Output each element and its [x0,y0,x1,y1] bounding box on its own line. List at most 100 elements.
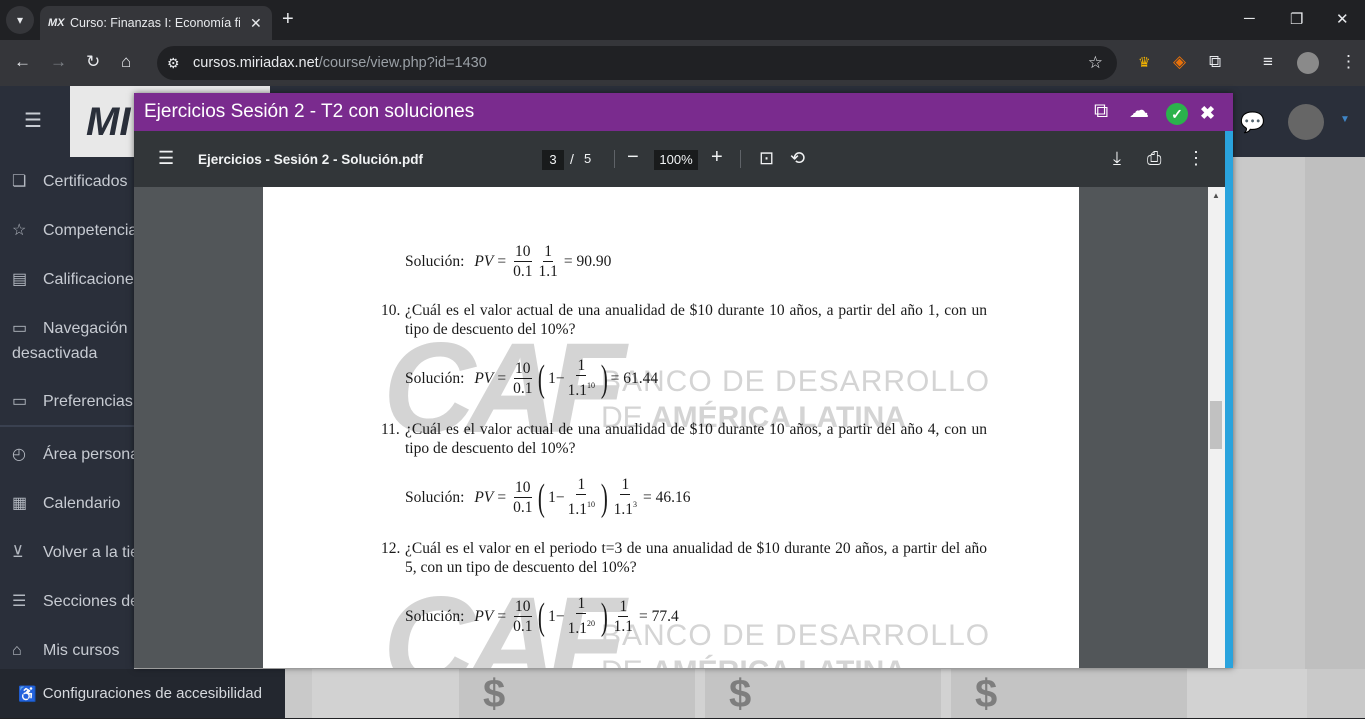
course-card[interactable]: $ [705,669,941,718]
sidebar-item-certificados[interactable]: ❏ Certificados [12,169,127,194]
pdf-viewer[interactable]: CAF BANCO DE DESARROLLO DE AMÉRICA LATIN… [134,187,1208,668]
minimize-icon[interactable]: ─ [1244,10,1255,27]
sidebar-item-calificaciones[interactable]: ▤ Calificaciones [12,267,134,292]
sidebar-item-navegacion[interactable]: ▭ Navegación desactivada [12,316,134,366]
solution-label: Solución: [405,488,465,506]
back-icon[interactable]: ← [14,52,31,72]
toolbar-divider [614,150,615,168]
media-control-icon[interactable]: ≡ [1263,52,1273,72]
dollar-icon: $ [729,672,752,716]
favicon: MX [48,17,65,29]
new-tab-button[interactable]: + [282,8,294,30]
pdf-scrollbar[interactable]: ▲ [1208,187,1225,668]
course-card[interactable]: $ [951,669,1187,718]
numerator: 10 [514,597,532,617]
fit-page-icon[interactable]: ⊡ [759,147,774,169]
solution-12: Solución: PV = 10 0.1 ( 1− 1 1.120 ) 1 1.1 =… [405,595,679,638]
scroll-thumb[interactable] [1210,401,1222,449]
browser-tab-active[interactable]: MX Curso: Finanzas I: Economía fina ✕ [40,6,272,40]
print-icon[interactable]: ⎙ [1147,147,1161,169]
home-icon[interactable]: ⌂ [121,52,131,72]
fraction: 10 0.1 [512,243,533,281]
pdf-toolbar: ☰ Ejercicios - Sesión 2 - Solución.pdf 3… [134,131,1225,187]
question-12: 12. ¿Cuál es el valor en el periodo t=3 … [381,539,987,577]
watermark-line2-prefix: DE [601,655,651,668]
star-icon: ☆ [12,222,27,239]
page-number-input[interactable]: 3 [542,150,564,170]
browser-tabstrip: ▾ MX Curso: Finanzas I: Economía fina ✕ … [0,0,1365,40]
pv-symbol: PV [474,369,494,387]
sidebar-item-mis-cursos[interactable]: ⌂ Mis cursos [12,638,119,663]
pdf-sidebar-menu-icon[interactable]: ☰ [158,149,174,167]
zoom-out-icon[interactable]: − [627,145,639,169]
close-icon[interactable]: ✕ [250,15,262,32]
profile-avatar[interactable] [1297,52,1319,74]
scroll-up-icon[interactable]: ▲ [1212,191,1220,200]
denominator-base: 1.1 [567,620,588,637]
rotate-icon[interactable]: ⟲ [790,147,805,169]
zoom-input[interactable]: 100% [654,150,698,170]
browser-toolbar: ← → ↻ ⌂ ⚙ cursos.miriadax.net/course/vie… [0,40,1365,86]
copy-icon[interactable]: ⧉ [1094,100,1108,122]
site-logo[interactable]: MI [86,100,130,145]
left-paren: ( [538,595,546,638]
question-text: ¿Cuál es el valor actual de una anualida… [405,302,987,338]
zoom-in-icon[interactable]: + [711,145,723,169]
watermark-line2: DE AMÉRICA LATINA [601,655,906,668]
calendar-icon: ▦ [12,495,28,512]
pv-symbol: PV [474,253,494,270]
exponent: 20 [587,619,596,628]
pv-symbol: PV [474,488,494,506]
course-card[interactable]: $ [459,669,695,718]
window-close-icon[interactable]: ✕ [1336,10,1349,28]
site-info-icon[interactable]: ⚙ [167,55,193,72]
chevron-down-icon: ▾ [16,13,24,27]
denominator: 0.1 [513,498,533,516]
download-icon[interactable]: ⤓ [1113,147,1121,169]
solution-label: Solución: [405,253,465,270]
bookmark-star-icon[interactable]: ☆ [1088,53,1103,73]
sidebar-item-preferencias[interactable]: ▭ Preferencias [12,389,133,414]
more-options-icon[interactable]: ⋮ [1187,147,1205,169]
sidebar-item-calendario[interactable]: ▦ Calendario [12,491,120,516]
pv-symbol: PV [474,607,494,625]
right-paren: ) [600,595,608,638]
user-avatar[interactable] [1288,104,1324,140]
restore-icon[interactable]: ❐ [1290,10,1303,28]
denominator: 1.1 [613,617,634,635]
fraction: 1 1.110 [567,357,596,400]
forward-icon[interactable]: → [50,52,67,72]
crown-extension-icon[interactable]: ♛ [1138,52,1151,72]
caret-down-icon[interactable]: ▼ [1340,114,1350,125]
question-10: 10. ¿Cuál es el valor actual de una anua… [381,301,987,339]
sidebar-item-secciones[interactable]: ☰ Secciones del curso [12,589,134,614]
exponent: 10 [587,500,596,509]
close-icon[interactable]: ✖ [1200,102,1215,124]
check-icon[interactable]: ✓ [1166,103,1188,125]
sidebar-item-volver-tienda[interactable]: ⊻ Volver a la tienda [12,540,134,565]
question-number: 10. [381,302,401,319]
watermark-line2-bold: AMÉRICA LATINA [651,655,906,668]
sidebar-item-competencias[interactable]: ☆ Competencias [12,218,134,243]
chat-icon[interactable]: 💬 [1240,110,1265,135]
reload-icon[interactable]: ↻ [86,52,100,72]
address-bar[interactable]: ⚙ cursos.miriadax.net/course/view.php?id… [157,46,1117,80]
numerator: 1 [620,476,631,495]
modal-header: Ejercicios Sesión 2 - T2 con soluciones … [134,93,1233,131]
tab-search-button[interactable]: ▾ [6,6,34,34]
hamburger-icon[interactable]: ☰ [24,108,42,133]
url-host: cursos.miriadax.net [193,55,319,71]
denominator: 0.1 [513,617,533,635]
fraction: 1 1.1 [613,598,634,636]
accessibility-icon: ♿ [18,685,37,703]
cloud-download-icon[interactable]: ☁ [1129,100,1149,122]
accessibility-settings-button[interactable]: ♿ Configuraciones de accesibilidad [0,669,285,718]
extension-icon[interactable]: ◈ [1173,52,1186,72]
extensions-puzzle-icon[interactable]: ⧉ [1209,52,1221,72]
numerator: 10 [514,359,532,379]
denominator: 0.1 [513,379,533,397]
sidebar-item-area-personal[interactable]: ◴ Área personal [12,442,134,467]
site-sidebar: ❏ Certificados ☆ Competencias ▤ Calificacio… [0,157,134,669]
certificate-icon: ❏ [12,173,27,190]
browser-menu-icon[interactable]: ⋮ [1340,52,1357,72]
